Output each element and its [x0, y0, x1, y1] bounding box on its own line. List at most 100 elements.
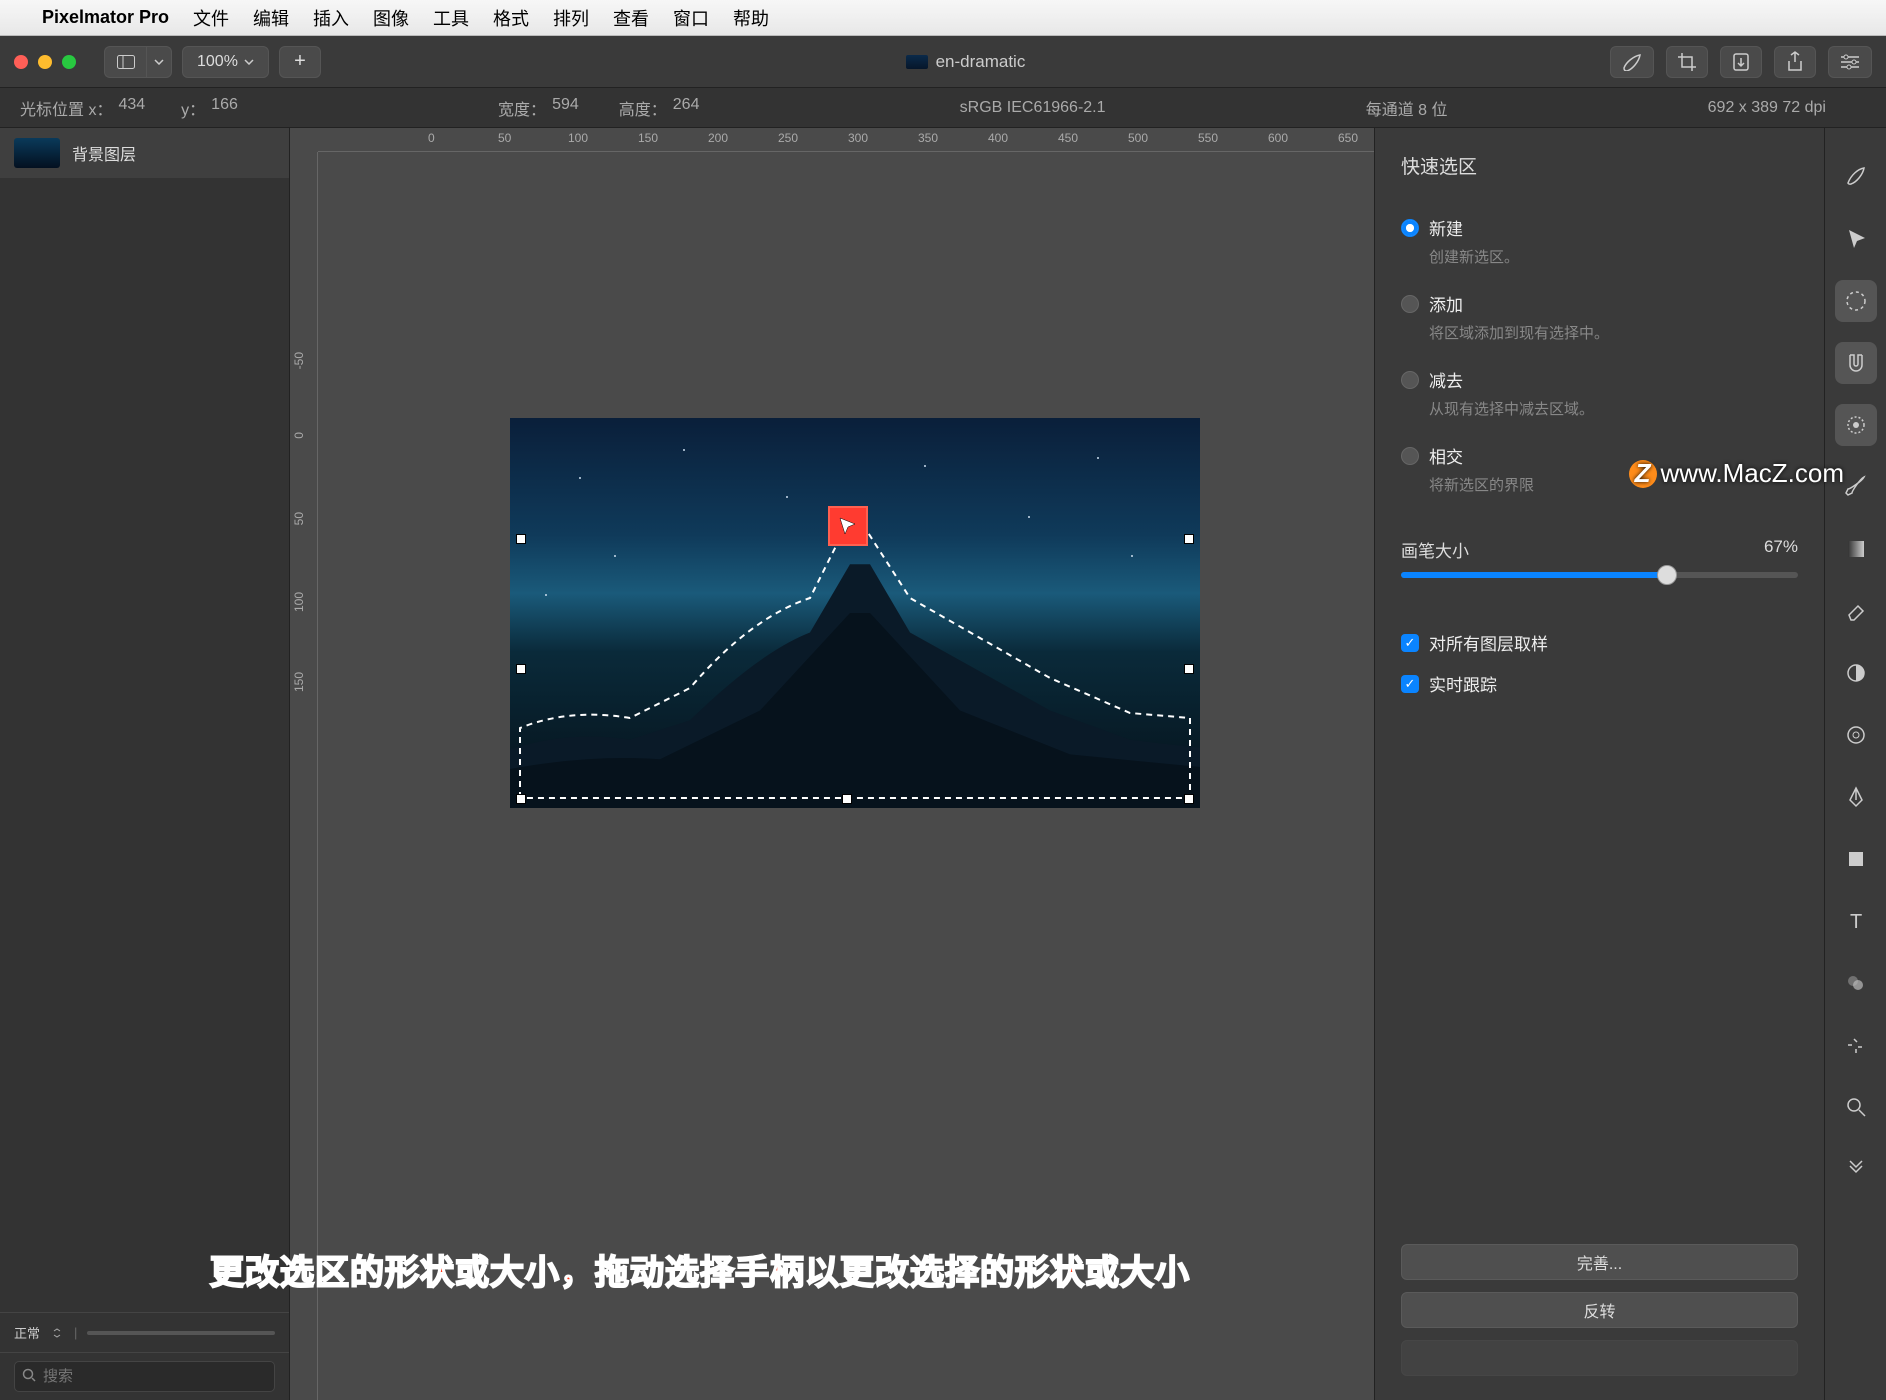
menu-arrange[interactable]: 排列 [553, 5, 589, 31]
checkbox-icon: ✓ [1401, 634, 1419, 652]
cursor-highlight-icon [828, 506, 868, 546]
search-icon [22, 1368, 36, 1385]
blend-mode-select[interactable]: 正常 [14, 1323, 40, 1342]
layer-name: 背景图层 [72, 141, 136, 165]
menu-image[interactable]: 图像 [373, 5, 409, 31]
mode-new[interactable]: 新建 创建新选区。 [1401, 215, 1798, 267]
pen-tool-icon[interactable] [1835, 776, 1877, 818]
bit-depth: 每通道 8 位 [1366, 96, 1448, 120]
cursor-y: 166 [211, 96, 238, 120]
colors-tool-icon[interactable] [1835, 962, 1877, 1004]
sidebar-menu-button[interactable] [146, 46, 172, 78]
brush-size-slider[interactable] [1401, 572, 1798, 578]
radio-icon [1401, 371, 1419, 389]
radio-icon [1401, 447, 1419, 465]
gradient-tool-icon[interactable] [1835, 528, 1877, 570]
checkbox-icon: ✓ [1401, 675, 1419, 693]
panel-title: 快速选区 [1401, 152, 1798, 179]
zoom-tool-icon[interactable] [1835, 1086, 1877, 1128]
radio-icon [1401, 295, 1419, 313]
menu-view[interactable]: 查看 [613, 5, 649, 31]
marquee-tool-icon[interactable] [1835, 280, 1877, 322]
sidebar-toggle-button[interactable] [104, 46, 146, 78]
close-icon[interactable] [14, 55, 28, 69]
refine-button[interactable]: 完善... [1401, 1244, 1798, 1280]
quick-select-tool-icon[interactable] [1835, 404, 1877, 446]
effects-tool-icon[interactable] [1835, 1024, 1877, 1066]
crop-tool-button[interactable] [1666, 46, 1708, 78]
arrow-tool-icon[interactable] [1835, 218, 1877, 260]
retouch-tool-icon[interactable] [1835, 714, 1877, 756]
menu-window[interactable]: 窗口 [673, 5, 709, 31]
zoom-value: 100% [197, 53, 238, 71]
menu-help[interactable]: 帮助 [733, 5, 769, 31]
ruler-horizontal: 0 50 100 150 200 250 300 350 400 450 500… [318, 128, 1374, 152]
zoom-dropdown[interactable]: 100% [182, 46, 269, 78]
selection-handle[interactable] [1184, 534, 1194, 544]
toolbar: 100% + en-dramatic [0, 36, 1886, 88]
selection-handle[interactable] [1184, 794, 1194, 804]
layer-item[interactable]: 背景图层 [0, 128, 289, 178]
selection-handle[interactable] [516, 534, 526, 544]
app-name[interactable]: Pixelmator Pro [42, 7, 169, 28]
image-dims: 692 x 389 72 dpi [1708, 99, 1826, 117]
export-button[interactable] [1720, 46, 1762, 78]
document-thumb-icon [906, 55, 928, 69]
watermark-logo-icon: Z [1629, 460, 1657, 488]
mode-subtract[interactable]: 减去 从现有选择中减去区域。 [1401, 367, 1798, 419]
tutorial-annotation: 更改选区的形状或大小，拖动选择手柄以更改选择的形状或大小 [210, 1245, 1190, 1294]
zoom-window-icon[interactable] [62, 55, 76, 69]
more-tools-icon[interactable] [1835, 1148, 1877, 1190]
cursor-label: 光标位置 x： [20, 96, 112, 120]
mode-add[interactable]: 添加 将区域添加到现有选择中。 [1401, 291, 1798, 343]
menu-file[interactable]: 文件 [193, 5, 229, 31]
brush-size-value: 67% [1764, 537, 1798, 562]
live-tracking-checkbox[interactable]: ✓ 实时跟踪 [1401, 671, 1798, 696]
add-button[interactable]: + [279, 46, 321, 78]
settings-button[interactable] [1828, 46, 1872, 78]
document-title: en-dramatic [331, 52, 1600, 72]
menu-format[interactable]: 格式 [493, 5, 529, 31]
canvas[interactable]: 0 50 100 150 200 250 300 350 400 450 500… [290, 128, 1374, 1400]
menu-edit[interactable]: 编辑 [253, 5, 289, 31]
magnetic-tool-icon[interactable] [1835, 342, 1877, 384]
minimize-icon[interactable] [38, 55, 52, 69]
sel-height: 264 [673, 96, 700, 120]
radio-icon [1401, 219, 1419, 237]
paint-tool-icon[interactable] [1835, 156, 1877, 198]
selection-handle[interactable] [516, 664, 526, 674]
search-input[interactable] [14, 1361, 275, 1392]
menu-tools[interactable]: 工具 [433, 5, 469, 31]
svg-text:T: T [1850, 911, 1862, 933]
info-bar: 光标位置 x： 434 y： 166 宽度：594 高度：264 sRGB IE… [0, 88, 1886, 128]
menu-insert[interactable]: 插入 [313, 5, 349, 31]
color-adjust-tool-icon[interactable] [1835, 652, 1877, 694]
shape-tool-icon[interactable] [1835, 838, 1877, 880]
ruler-vertical: -50 0 50 100 150 [290, 152, 318, 1400]
cursor-y-label: y： [181, 96, 205, 120]
brush-size-label: 画笔大小 [1401, 537, 1469, 562]
image-content [510, 418, 1200, 808]
selection-path [510, 418, 1200, 808]
colorspace: sRGB IEC61966-2.1 [960, 99, 1106, 117]
invert-button[interactable]: 反转 [1401, 1292, 1798, 1328]
text-tool-icon[interactable]: T [1835, 900, 1877, 942]
menu-bar: Pixelmator Pro 文件 编辑 插入 图像 工具 格式 排列 查看 窗… [0, 0, 1886, 36]
sel-width: 594 [552, 96, 579, 120]
brush-tool-button[interactable] [1610, 46, 1654, 78]
selection-handle[interactable] [842, 794, 852, 804]
tool-options-panel: 快速选区 新建 创建新选区。 添加 将区域添加到现有选择中。 减去 从现有选择中… [1374, 128, 1824, 1400]
layers-panel: 背景图层 正常 | [0, 128, 290, 1400]
chevron-updown-icon [50, 1328, 64, 1338]
opacity-slider[interactable] [87, 1331, 275, 1335]
cursor-x: 434 [118, 96, 145, 120]
tool-strip: T [1824, 128, 1886, 1400]
deselect-button[interactable] [1401, 1340, 1798, 1376]
sample-all-checkbox[interactable]: ✓ 对所有图层取样 [1401, 630, 1798, 655]
watermark: Z www.MacZ.com [1629, 458, 1844, 489]
eraser-tool-icon[interactable] [1835, 590, 1877, 632]
window-controls [14, 55, 76, 69]
selection-handle[interactable] [1184, 664, 1194, 674]
selection-handle[interactable] [516, 794, 526, 804]
share-button[interactable] [1774, 46, 1816, 78]
